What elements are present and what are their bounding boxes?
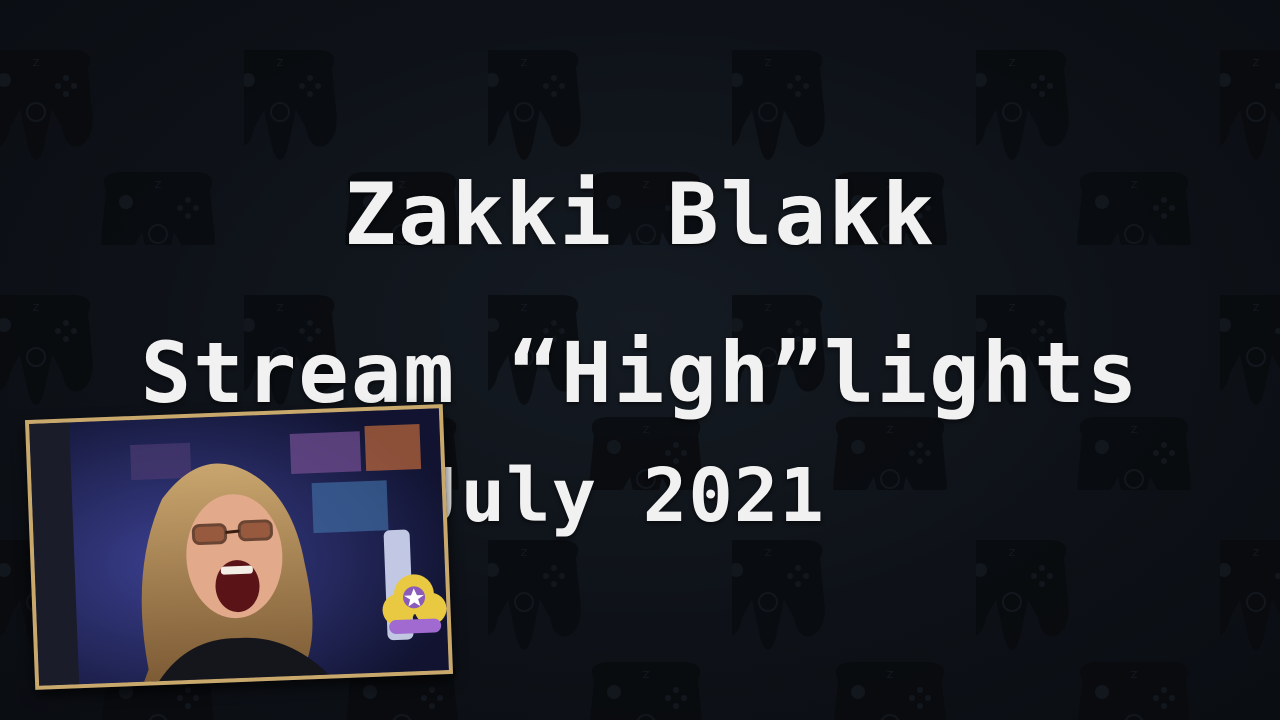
thumbnail-stage: Z Zakki Blakk Stream “High”lights July 2… [0, 0, 1280, 720]
webcam-frame [24, 404, 454, 690]
highlights-title: Stream “High”lights [140, 324, 1140, 422]
date-title: July 2021 [415, 453, 825, 539]
channel-name-title: Zakki Blakk [344, 165, 936, 265]
webcam-image [29, 408, 449, 686]
